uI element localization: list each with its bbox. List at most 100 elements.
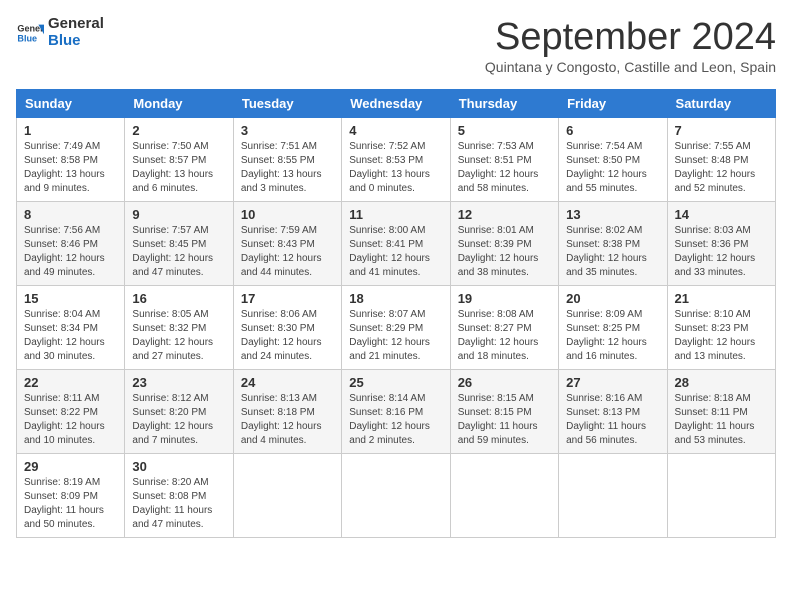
calendar-week-1: 1 Sunrise: 7:49 AM Sunset: 8:58 PM Dayli… — [17, 118, 776, 202]
calendar-cell: 16 Sunrise: 8:05 AM Sunset: 8:32 PM Dayl… — [125, 286, 233, 370]
sunset-value: 8:36 PM — [711, 239, 748, 250]
daylight-label: Daylight: — [458, 421, 500, 432]
sunset-label: Sunset: — [458, 407, 495, 418]
calendar-cell: 21 Sunrise: 8:10 AM Sunset: 8:23 PM Dayl… — [667, 286, 775, 370]
sunrise-value: 8:11 AM — [63, 393, 99, 404]
calendar-cell: 4 Sunrise: 7:52 AM Sunset: 8:53 PM Dayli… — [342, 118, 450, 202]
daylight-label: Daylight: — [458, 337, 500, 348]
day-number: 11 — [349, 207, 442, 222]
calendar-cell: 20 Sunrise: 8:09 AM Sunset: 8:25 PM Dayl… — [559, 286, 667, 370]
sunrise-value: 7:51 AM — [280, 141, 317, 152]
sunset-label: Sunset: — [458, 239, 495, 250]
svg-text:Blue: Blue — [17, 33, 37, 43]
sunset-label: Sunset: — [675, 407, 712, 418]
sunrise-label: Sunrise: — [241, 393, 280, 404]
sunrise-value: 8:01 AM — [497, 225, 534, 236]
calendar-cell: 24 Sunrise: 8:13 AM Sunset: 8:18 PM Dayl… — [233, 370, 341, 454]
calendar-cell: 2 Sunrise: 7:50 AM Sunset: 8:57 PM Dayli… — [125, 118, 233, 202]
day-number: 23 — [132, 375, 225, 390]
day-number: 1 — [24, 123, 117, 138]
sunrise-value: 8:14 AM — [389, 393, 426, 404]
day-info: Sunrise: 8:06 AM Sunset: 8:30 PM Dayligh… — [241, 308, 334, 364]
day-number: 4 — [349, 123, 442, 138]
sunset-value: 8:20 PM — [169, 407, 206, 418]
day-info: Sunrise: 8:07 AM Sunset: 8:29 PM Dayligh… — [349, 308, 442, 364]
daylight-label: Daylight: — [241, 169, 283, 180]
day-number: 24 — [241, 375, 334, 390]
sunset-value: 8:09 PM — [61, 491, 98, 502]
sunset-label: Sunset: — [24, 323, 61, 334]
sunset-value: 8:22 PM — [61, 407, 98, 418]
sunrise-value: 7:50 AM — [172, 141, 209, 152]
weekday-header-friday: Friday — [559, 90, 667, 118]
day-info: Sunrise: 7:53 AM Sunset: 8:51 PM Dayligh… — [458, 140, 551, 196]
calendar-cell: 9 Sunrise: 7:57 AM Sunset: 8:45 PM Dayli… — [125, 202, 233, 286]
sunrise-value: 7:52 AM — [389, 141, 426, 152]
day-info: Sunrise: 7:51 AM Sunset: 8:55 PM Dayligh… — [241, 140, 334, 196]
day-info: Sunrise: 8:11 AM Sunset: 8:22 PM Dayligh… — [24, 392, 117, 448]
day-number: 10 — [241, 207, 334, 222]
day-number: 16 — [132, 291, 225, 306]
day-info: Sunrise: 8:16 AM Sunset: 8:13 PM Dayligh… — [566, 392, 659, 448]
sunrise-label: Sunrise: — [349, 225, 388, 236]
calendar-cell: 30 Sunrise: 8:20 AM Sunset: 8:08 PM Dayl… — [125, 454, 233, 538]
sunset-value: 8:53 PM — [386, 155, 423, 166]
sunset-value: 8:46 PM — [61, 239, 98, 250]
calendar-cell — [559, 454, 667, 538]
day-number: 2 — [132, 123, 225, 138]
day-info: Sunrise: 8:10 AM Sunset: 8:23 PM Dayligh… — [675, 308, 768, 364]
sunrise-value: 7:56 AM — [63, 225, 100, 236]
calendar-cell: 28 Sunrise: 8:18 AM Sunset: 8:11 PM Dayl… — [667, 370, 775, 454]
daylight-label: Daylight: — [675, 337, 717, 348]
sunrise-value: 8:05 AM — [172, 309, 209, 320]
sunrise-value: 8:12 AM — [172, 393, 209, 404]
calendar-cell: 22 Sunrise: 8:11 AM Sunset: 8:22 PM Dayl… — [17, 370, 125, 454]
calendar-cell: 3 Sunrise: 7:51 AM Sunset: 8:55 PM Dayli… — [233, 118, 341, 202]
logo-blue: Blue — [48, 33, 104, 50]
calendar-cell: 8 Sunrise: 7:56 AM Sunset: 8:46 PM Dayli… — [17, 202, 125, 286]
day-number: 9 — [132, 207, 225, 222]
day-info: Sunrise: 7:54 AM Sunset: 8:50 PM Dayligh… — [566, 140, 659, 196]
day-info: Sunrise: 7:59 AM Sunset: 8:43 PM Dayligh… — [241, 224, 334, 280]
sunrise-label: Sunrise: — [458, 141, 497, 152]
calendar-cell: 7 Sunrise: 7:55 AM Sunset: 8:48 PM Dayli… — [667, 118, 775, 202]
daylight-label: Daylight: — [566, 421, 608, 432]
sunrise-value: 8:19 AM — [63, 477, 100, 488]
sunrise-label: Sunrise: — [132, 225, 171, 236]
weekday-header-row: SundayMondayTuesdayWednesdayThursdayFrid… — [17, 90, 776, 118]
logo-icon: General Blue — [16, 19, 44, 47]
sunrise-label: Sunrise: — [458, 309, 497, 320]
sunrise-value: 8:06 AM — [280, 309, 317, 320]
sunset-value: 8:50 PM — [603, 155, 640, 166]
calendar-cell — [450, 454, 558, 538]
calendar-cell: 5 Sunrise: 7:53 AM Sunset: 8:51 PM Dayli… — [450, 118, 558, 202]
sunrise-value: 8:03 AM — [714, 225, 751, 236]
day-number: 26 — [458, 375, 551, 390]
calendar-cell: 11 Sunrise: 8:00 AM Sunset: 8:41 PM Dayl… — [342, 202, 450, 286]
calendar-cell: 17 Sunrise: 8:06 AM Sunset: 8:30 PM Dayl… — [233, 286, 341, 370]
weekday-header-monday: Monday — [125, 90, 233, 118]
day-info: Sunrise: 8:13 AM Sunset: 8:18 PM Dayligh… — [241, 392, 334, 448]
sunrise-value: 8:07 AM — [389, 309, 426, 320]
daylight-label: Daylight: — [349, 337, 391, 348]
sunset-value: 8:15 PM — [494, 407, 531, 418]
weekday-header-wednesday: Wednesday — [342, 90, 450, 118]
sunset-label: Sunset: — [24, 491, 61, 502]
daylight-label: Daylight: — [24, 337, 66, 348]
sunset-label: Sunset: — [349, 155, 386, 166]
calendar-week-2: 8 Sunrise: 7:56 AM Sunset: 8:46 PM Dayli… — [17, 202, 776, 286]
sunrise-value: 7:57 AM — [172, 225, 209, 236]
sunset-label: Sunset: — [241, 407, 278, 418]
calendar-cell: 26 Sunrise: 8:15 AM Sunset: 8:15 PM Dayl… — [450, 370, 558, 454]
daylight-label: Daylight: — [241, 253, 283, 264]
sunrise-label: Sunrise: — [132, 141, 171, 152]
day-info: Sunrise: 7:56 AM Sunset: 8:46 PM Dayligh… — [24, 224, 117, 280]
sunrise-label: Sunrise: — [24, 477, 63, 488]
sunset-value: 8:23 PM — [711, 323, 748, 334]
sunset-label: Sunset: — [349, 239, 386, 250]
sunrise-label: Sunrise: — [241, 309, 280, 320]
day-number: 8 — [24, 207, 117, 222]
sunset-value: 8:57 PM — [169, 155, 206, 166]
sunset-label: Sunset: — [241, 155, 278, 166]
sunrise-value: 8:08 AM — [497, 309, 534, 320]
